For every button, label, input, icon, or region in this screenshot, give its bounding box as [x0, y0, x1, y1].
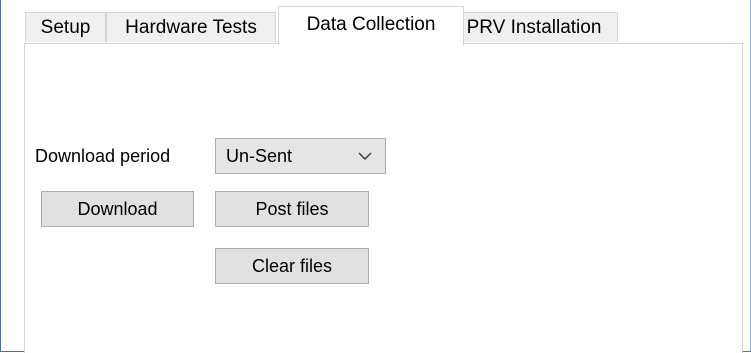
tab-hardware-tests[interactable]: Hardware Tests — [106, 12, 276, 42]
data-collection-panel: Download period Un-Sent Download Post fi… — [24, 43, 743, 353]
post-files-button[interactable]: Post files — [215, 191, 369, 227]
clear-files-button[interactable]: Clear files — [215, 248, 369, 284]
tab-data-collection[interactable]: Data Collection — [278, 6, 464, 45]
download-button[interactable]: Download — [41, 191, 194, 227]
tab-setup[interactable]: Setup — [25, 12, 106, 42]
download-period-label: Download period — [35, 146, 171, 166]
window-frame: Setup Hardware Tests PRV Installation Da… — [0, 0, 751, 353]
download-period-dropdown[interactable]: Un-Sent — [215, 138, 386, 174]
tab-prv-installation[interactable]: PRV Installation — [450, 12, 618, 42]
chevron-down-icon — [358, 152, 372, 160]
tab-strip: Setup Hardware Tests PRV Installation Da… — [24, 0, 724, 45]
download-period-value: Un-Sent — [226, 146, 293, 166]
